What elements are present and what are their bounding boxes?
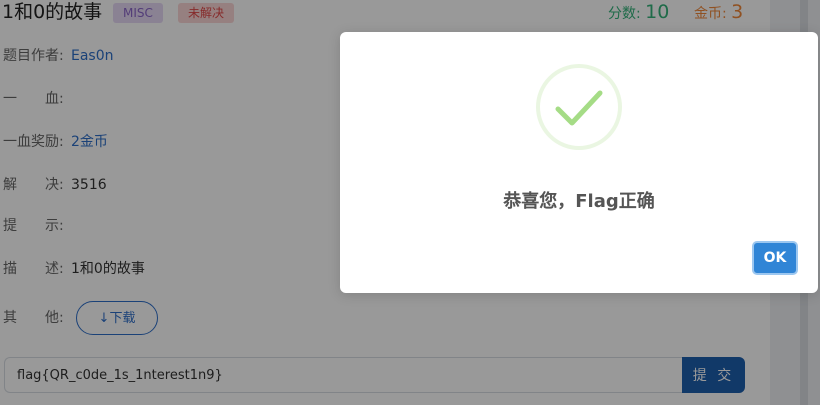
ok-button[interactable]: OK <box>752 241 798 275</box>
success-dialog: 恭喜您，Flag正确 OK <box>340 32 818 293</box>
success-message: 恭喜您，Flag正确 <box>503 191 655 212</box>
success-check-icon <box>536 64 622 150</box>
challenge-page: 1和0的故事 MISC 未解决 分数: 10 金币: 3 题目作者: Eas0n … <box>0 0 820 405</box>
